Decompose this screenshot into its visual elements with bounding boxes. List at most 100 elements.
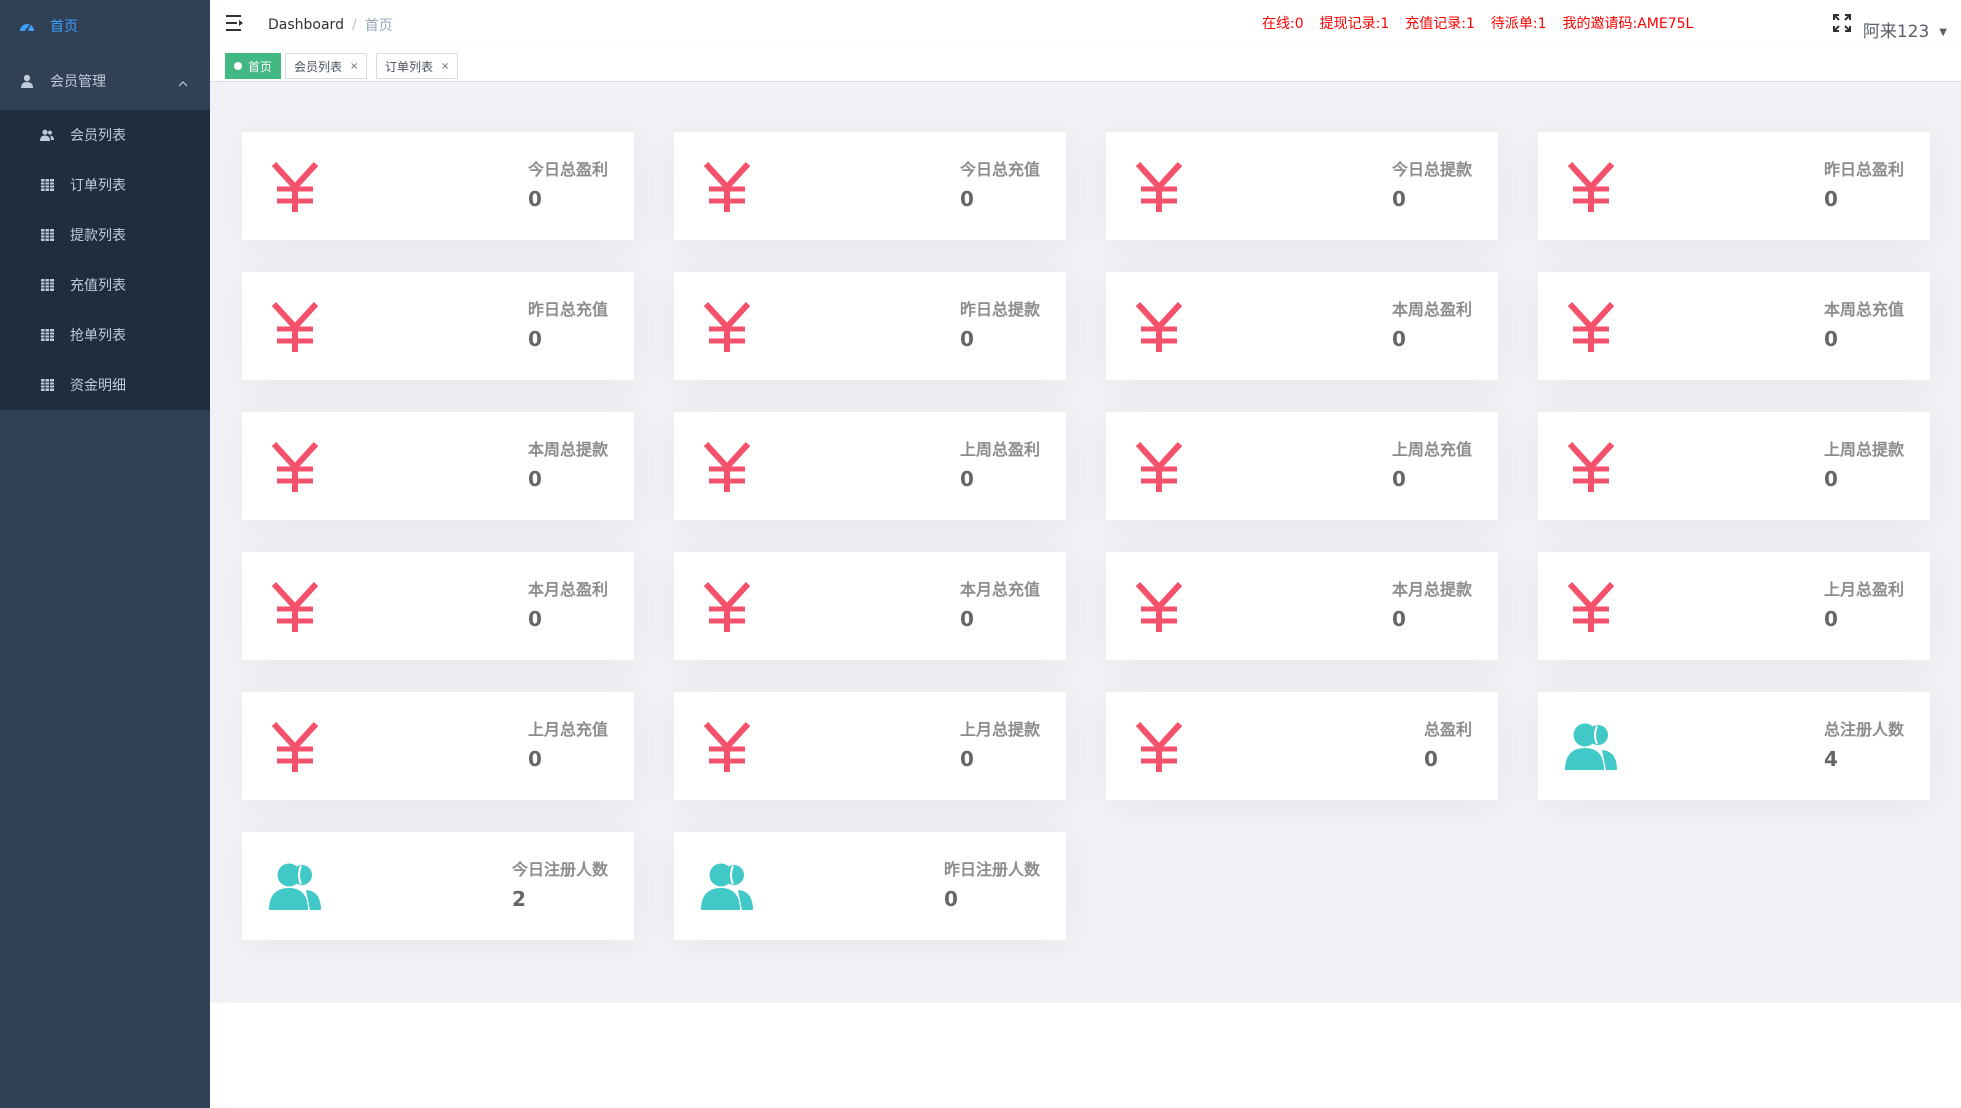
stat-card: 本月总盈利 0 [242, 552, 634, 660]
sidebar-item-member-list[interactable]: 会员列表 [0, 110, 210, 160]
stat-card-value: 0 [528, 187, 542, 211]
sidebar-item-home[interactable]: 首页 [0, 0, 210, 52]
sidebar-item-label: 抢单列表 [70, 328, 126, 344]
tag-label: 会员列表 [294, 59, 343, 74]
tag-order-list[interactable]: 订单列表 × [376, 53, 459, 79]
stat-card-label: 昨日总充值 [527, 300, 608, 319]
stat-card-label: 本周总盈利 [1391, 300, 1472, 319]
yen-icon [268, 440, 322, 494]
sidebar-item-label: 充值列表 [70, 278, 126, 294]
stat-withdrawal-records[interactable]: 提现记录:1 [1320, 13, 1390, 33]
yen-icon [268, 580, 322, 634]
user-menu[interactable]: 阿来123 ▼ [1863, 17, 1947, 42]
user-icon [18, 72, 36, 90]
sidebar-item-withdrawal-list[interactable]: 提款列表 [0, 210, 210, 260]
stat-card-value: 0 [960, 467, 974, 491]
sidebar-item-label: 首页 [50, 19, 78, 35]
stat-card-label: 上月总充值 [527, 720, 608, 739]
yen-icon [700, 440, 754, 494]
stat-card-value: 0 [528, 747, 542, 771]
people-icon [268, 860, 322, 914]
close-icon[interactable]: × [441, 61, 449, 72]
people-icon [1564, 720, 1618, 774]
stat-card-value: 0 [528, 327, 542, 351]
sidebar-item-fund-details[interactable]: 资金明细 [0, 360, 210, 410]
sidebar-item-order-list[interactable]: 订单列表 [0, 160, 210, 210]
yen-icon [1564, 300, 1618, 354]
hamburger-icon[interactable] [226, 14, 246, 32]
sidebar: 首页 会员管理 会员列表 订单列表 提款列表 充值列表 抢单列表 资金明细 [0, 0, 210, 1108]
stat-card-value: 0 [944, 887, 958, 911]
tag-home[interactable]: 首页 [225, 53, 282, 79]
stat-card: 本月总提款 0 [1106, 552, 1498, 660]
stat-card: 上周总盈利 0 [674, 412, 1066, 520]
stat-card: 上周总提款 0 [1538, 412, 1930, 520]
sidebar-group-member-management[interactable]: 会员管理 [0, 52, 210, 110]
stat-invite-code: 我的邀请码:AME75L [1562, 16, 1694, 32]
stat-pending-dispatch[interactable]: 待派单:1 [1491, 13, 1547, 33]
stat-card-label: 今日总提款 [1391, 160, 1472, 179]
stat-card-label: 上月总盈利 [1823, 580, 1904, 599]
stat-card-label: 本月总充值 [959, 580, 1040, 599]
stat-card-label: 本月总提款 [1391, 580, 1472, 599]
stat-card: 今日总充值 0 [674, 132, 1066, 240]
stat-card-value: 0 [1824, 607, 1838, 631]
sidebar-item-recharge-list[interactable]: 充值列表 [0, 260, 210, 310]
yen-icon [700, 300, 754, 354]
stat-card: 昨日总盈利 0 [1538, 132, 1930, 240]
sidebar-item-grab-order-list[interactable]: 抢单列表 [0, 310, 210, 360]
stat-card-value: 4 [1824, 747, 1838, 771]
stat-card: 本周总盈利 0 [1106, 272, 1498, 380]
yen-icon [1132, 720, 1186, 774]
tag-label: 首页 [248, 59, 273, 74]
table-icon [38, 326, 56, 344]
stat-card: 今日注册人数 2 [242, 832, 634, 940]
tags-view: 首页 会员列表 × 订单列表 × [210, 48, 1961, 82]
status-stats: 在线:0 提现记录:1 充值记录:1 待派单:1 我的邀请码:AME75L [1262, 13, 1693, 33]
stat-card: 本周总提款 0 [242, 412, 634, 520]
stat-card-value: 0 [960, 187, 974, 211]
navbar: Dashboard / 首页 在线:0 提现记录:1 充值记录:1 待派单:1 … [210, 0, 1961, 48]
breadcrumb-dashboard[interactable]: Dashboard [268, 17, 344, 33]
stat-card: 本周总充值 0 [1538, 272, 1930, 380]
stat-card-label: 昨日注册人数 [943, 860, 1040, 879]
stat-card: 总注册人数 4 [1538, 692, 1930, 800]
yen-icon [700, 160, 754, 214]
stat-card-label: 上周总盈利 [959, 440, 1040, 459]
yen-icon [1132, 160, 1186, 214]
yen-icon [1132, 300, 1186, 354]
stat-card-value: 0 [960, 327, 974, 351]
stat-recharge-records[interactable]: 充值记录:1 [1405, 13, 1475, 33]
breadcrumb: Dashboard / 首页 [268, 15, 393, 35]
stat-card-label: 今日总盈利 [527, 160, 608, 179]
stat-card-value: 2 [512, 887, 526, 911]
sidebar-item-label: 订单列表 [70, 178, 126, 194]
stat-card-label: 本周总提款 [527, 440, 608, 459]
stat-card: 今日总盈利 0 [242, 132, 634, 240]
yen-icon [268, 300, 322, 354]
stat-card-value: 0 [1392, 607, 1406, 631]
username: 阿来123 [1862, 22, 1930, 42]
stat-card-value: 0 [960, 607, 974, 631]
table-icon [38, 376, 56, 394]
yen-icon [700, 720, 754, 774]
stat-card: 本月总充值 0 [674, 552, 1066, 660]
tag-label: 订单列表 [385, 59, 434, 74]
stat-card: 昨日注册人数 0 [674, 832, 1066, 940]
sidebar-item-label: 资金明细 [70, 378, 126, 394]
tag-member-list[interactable]: 会员列表 × [285, 53, 368, 79]
stat-card-label: 本月总盈利 [527, 580, 608, 599]
fullscreen-icon[interactable] [1833, 14, 1851, 32]
stat-card-label: 总注册人数 [1823, 720, 1904, 739]
dashboard-content: 今日总盈利 0 今日总充值 0 今日总提款 0 昨日总盈利 0 昨日总充值 0 昨日总提款 0 本周总盈… [210, 82, 1961, 1003]
stat-card-label: 总盈利 [1423, 720, 1472, 739]
dashboard-icon [18, 17, 36, 35]
stat-card-value: 0 [1824, 187, 1838, 211]
stat-card-label: 昨日总提款 [959, 300, 1040, 319]
caret-down-icon: ▼ [1939, 27, 1947, 38]
stat-card-value: 0 [528, 467, 542, 491]
close-icon[interactable]: × [350, 61, 358, 72]
stat-card-value: 0 [1392, 187, 1406, 211]
stat-card-value: 0 [1392, 327, 1406, 351]
yen-icon [700, 580, 754, 634]
